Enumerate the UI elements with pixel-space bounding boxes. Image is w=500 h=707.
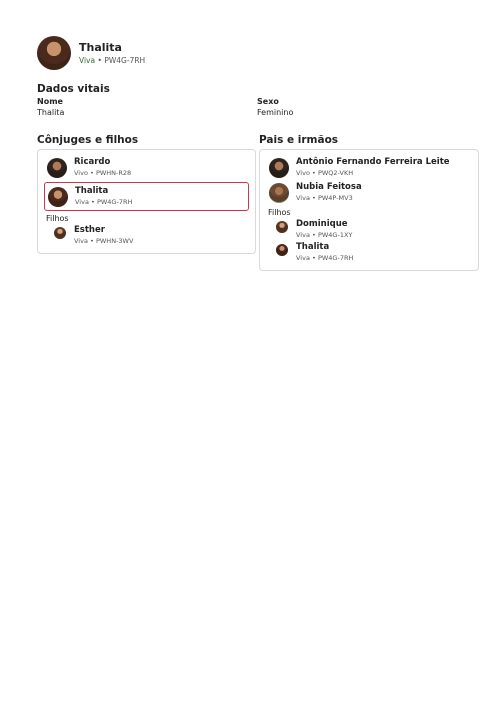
- children-label: Filhos: [46, 214, 69, 223]
- living-status: Viva: [75, 198, 89, 206]
- person-id: PW4G-7RH: [96, 198, 133, 206]
- separator: •: [97, 55, 102, 65]
- living-status: Viva: [296, 194, 310, 202]
- person-meta: Viva • PW4G-7RH: [296, 253, 353, 263]
- mother-person[interactable]: Nubia Feitosa Viva • PW4P-MV3: [266, 180, 472, 205]
- person-id: PW4G-7RH: [104, 55, 146, 65]
- living-status: Viva: [296, 231, 310, 239]
- avatar: [48, 186, 68, 207]
- child-person[interactable]: Dominique Viva • PW4G-1XY: [266, 218, 472, 241]
- sex-value: Feminino: [257, 108, 294, 117]
- person-id: PWHN-3WV: [95, 237, 134, 245]
- living-status: Viva: [74, 237, 88, 245]
- person-name: Dominique: [296, 219, 348, 229]
- person-lifespan: Viva • PW4G-7RH: [79, 55, 145, 66]
- person-id: PW4G-1XY: [317, 231, 353, 239]
- person-name[interactable]: Thalita: [79, 41, 145, 55]
- person-name: Thalita: [75, 186, 109, 196]
- selected-person[interactable]: Thalita Viva • PW4G-7RH: [44, 182, 249, 211]
- father-person[interactable]: Antônio Fernando Ferreira Leite Vivo • P…: [266, 155, 472, 180]
- living-status: Vivo: [296, 169, 310, 177]
- separator: •: [91, 198, 95, 206]
- person-name: Nubia Feitosa: [296, 182, 362, 192]
- spouses-title: Cônjuges e filhos: [37, 134, 139, 146]
- sex-label: Sexo: [257, 97, 279, 106]
- person-meta: Vivo • PWHN-R28: [74, 168, 131, 178]
- person-id: PW4G-7RH: [317, 254, 354, 262]
- person-id: PW4P-MV3: [317, 194, 353, 202]
- avatar: [276, 221, 288, 233]
- person-meta: Viva • PW4P-MV3: [296, 193, 362, 203]
- separator: •: [312, 194, 316, 202]
- avatar: [54, 227, 66, 239]
- separator: •: [312, 254, 316, 262]
- separator: •: [90, 169, 94, 177]
- name-label: Nome: [37, 97, 63, 106]
- living-status: Viva: [296, 254, 310, 262]
- person-meta: Viva • PWHN-3WV: [74, 236, 133, 246]
- separator: •: [90, 237, 94, 245]
- avatar: [269, 182, 289, 203]
- child-person[interactable]: Thalita Viva • PW4G-7RH: [266, 241, 472, 264]
- person-header: Thalita Viva • PW4G-7RH: [37, 36, 145, 70]
- avatar: [269, 157, 289, 178]
- person-id: PWQ2-VKH: [317, 169, 354, 177]
- person-meta: Viva • PW4G-1XY: [296, 230, 352, 240]
- family-card: Antônio Fernando Ferreira Leite Vivo • P…: [259, 149, 479, 271]
- vitals-title: Dados vitais: [37, 83, 110, 95]
- living-status: Vivo: [74, 169, 88, 177]
- person-name: Antônio Fernando Ferreira Leite: [296, 157, 450, 167]
- person-name: Esther: [74, 225, 105, 235]
- vitals-section: Dados vitais Nome Thalita Sexo Feminino: [37, 82, 477, 118]
- name-value: Thalita: [37, 108, 65, 117]
- person-name: Ricardo: [74, 157, 111, 167]
- person-meta: Vivo • PWQ2-VKH: [296, 168, 450, 178]
- separator: •: [312, 231, 316, 239]
- person-meta: Viva • PW4G-7RH: [75, 197, 132, 207]
- avatar: [47, 157, 67, 178]
- spouse-person[interactable]: Ricardo Vivo • PWHN-R28: [44, 155, 249, 180]
- person-id: PWHN-R28: [95, 169, 132, 177]
- person-name: Thalita: [296, 242, 330, 252]
- children-label: Filhos: [268, 208, 291, 217]
- parents-section: Pais e irmãos Antônio Fernando Ferreira …: [259, 133, 479, 271]
- family-card: Ricardo Vivo • PWHN-R28 Thalita Viva • P…: [37, 149, 256, 254]
- child-person[interactable]: Esther Viva • PWHN-3WV: [44, 224, 249, 247]
- parents-title: Pais e irmãos: [259, 134, 339, 146]
- separator: •: [312, 169, 316, 177]
- avatar[interactable]: [37, 36, 71, 70]
- avatar: [276, 244, 288, 256]
- spouses-section: Cônjuges e filhos Ricardo Vivo • PWHN-R2…: [37, 133, 256, 254]
- living-status: Viva: [79, 55, 96, 65]
